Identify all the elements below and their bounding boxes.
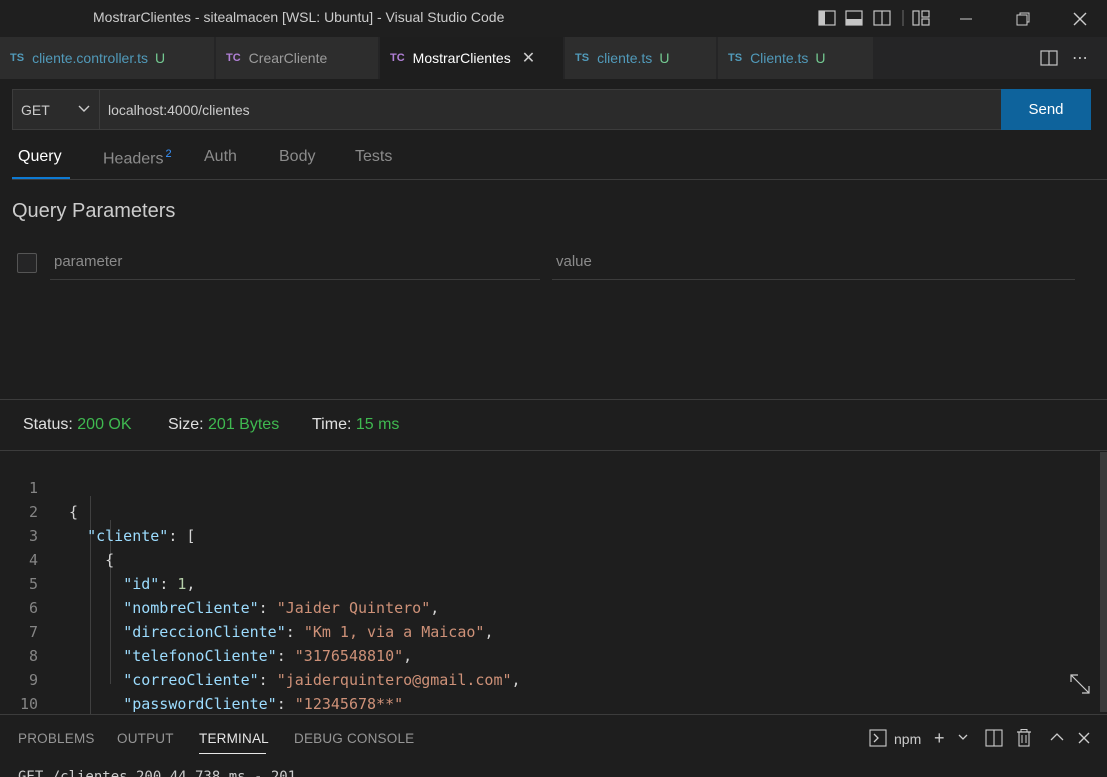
- code-line: 3 {: [0, 500, 1100, 569]
- tab-label: cliente.ts: [597, 50, 653, 66]
- method-select[interactable]: GET: [12, 89, 100, 130]
- expand-icon[interactable]: [1068, 672, 1092, 701]
- code-line: 4 "id": 1,: [0, 524, 1100, 593]
- method-value: GET: [21, 101, 50, 118]
- response-divider[interactable]: [0, 399, 1107, 400]
- customize-layout-icon[interactable]: [911, 8, 931, 28]
- json-key: "passwordCliente": [123, 695, 277, 713]
- chevron-down-icon: [77, 102, 91, 119]
- toggle-panel-icon[interactable]: [844, 8, 864, 28]
- headers-count-badge: 2: [165, 148, 172, 160]
- restore-icon[interactable]: [1000, 0, 1046, 37]
- more-actions-icon[interactable]: ⋯: [1070, 48, 1090, 68]
- thunder-client-icon: TC: [226, 52, 241, 64]
- code-line: 10 }: [0, 668, 1100, 737]
- terminal-name[interactable]: npm: [894, 731, 921, 747]
- active-tab-indicator: [12, 177, 70, 179]
- code-line: 8 "correoCliente": "jaiderquintero@gmail…: [0, 620, 1100, 689]
- typescript-file-icon: TS: [728, 52, 743, 64]
- tab-cliente-controller[interactable]: TS cliente.controller.ts U: [0, 37, 215, 79]
- tab-body[interactable]: Body: [279, 148, 315, 166]
- tab-cliente-ts[interactable]: TS cliente.ts U: [565, 37, 717, 79]
- toggle-primary-sidebar-icon[interactable]: [817, 8, 837, 28]
- untracked-badge: U: [659, 50, 670, 66]
- parameter-enable-checkbox[interactable]: [17, 253, 37, 273]
- typescript-file-icon: TS: [575, 52, 590, 64]
- thunder-client-icon: TC: [390, 52, 405, 64]
- status-info: Status: 200 OK: [23, 416, 132, 434]
- window-title: MostrarClientes - sitealmacen [WSL: Ubun…: [93, 9, 505, 25]
- time-label: Time:: [312, 416, 352, 433]
- editor-tab-bar: TS cliente.controller.ts U TC CrearClien…: [0, 37, 1107, 79]
- active-panel-tab-indicator: [199, 753, 266, 754]
- tab-cliente-model-ts[interactable]: TS Cliente.ts U: [718, 37, 874, 79]
- code-text: "passwordCliente": "12345678**": [123, 695, 404, 713]
- tab-crear-cliente[interactable]: TC CrearCliente: [216, 37, 379, 79]
- terminal-output[interactable]: GET /clientes 200 44.738 ms - 201: [18, 769, 296, 777]
- title-bar: MostrarClientes - sitealmacen [WSL: Ubun…: [0, 0, 1107, 37]
- size-label: Size:: [168, 416, 204, 433]
- tab-debug-console[interactable]: DEBUG CONSOLE: [294, 731, 414, 746]
- bottom-panel: PROBLEMS OUTPUT TERMINAL DEBUG CONSOLE n…: [0, 714, 1107, 777]
- response-scrollbar[interactable]: [1100, 452, 1107, 712]
- tab-label: cliente.controller.ts: [32, 50, 149, 66]
- status-label: Status:: [23, 416, 73, 433]
- size-info: Size: 201 Bytes: [168, 416, 279, 434]
- response-body[interactable]: 1 { 2 "cliente": [ 3 { 4 "id": 1, 5 "nom…: [0, 452, 1107, 737]
- toggle-secondary-sidebar-icon[interactable]: [872, 8, 892, 28]
- close-tab-icon[interactable]: ✕: [522, 48, 535, 68]
- time-info: Time: 15 ms: [312, 416, 399, 434]
- tab-terminal[interactable]: TERMINAL: [199, 731, 269, 746]
- tab-headers[interactable]: Headers 2: [103, 148, 172, 168]
- query-parameters-title: Query Parameters: [12, 200, 176, 222]
- time-value: 15 ms: [355, 416, 400, 433]
- status-value: 200 OK: [77, 416, 132, 433]
- chevron-down-icon[interactable]: [957, 730, 969, 747]
- size-value: 201 Bytes: [208, 416, 280, 433]
- tab-tests[interactable]: Tests: [355, 148, 392, 166]
- json-string: "12345678**": [294, 695, 404, 713]
- parameter-input[interactable]: parameter: [50, 244, 540, 280]
- response-header-divider: [0, 450, 1107, 451]
- tab-output[interactable]: OUTPUT: [117, 731, 174, 746]
- code-line: 1 {: [0, 452, 1100, 521]
- code-line: 6 "direccionCliente": "Km 1, via a Maica…: [0, 572, 1100, 641]
- typescript-file-icon: TS: [10, 52, 25, 64]
- tab-label: CrearCliente: [248, 50, 328, 66]
- close-panel-icon[interactable]: [1078, 731, 1090, 747]
- url-input[interactable]: localhost:4000/clientes: [100, 89, 1002, 130]
- send-button[interactable]: Send: [1001, 89, 1091, 130]
- value-input[interactable]: value: [552, 244, 1075, 280]
- minimize-icon[interactable]: [943, 0, 989, 37]
- code-line: 7 "telefonoCliente": "3176548810",: [0, 596, 1100, 665]
- tab-query[interactable]: Query: [18, 148, 62, 166]
- untracked-badge: U: [815, 50, 826, 66]
- untracked-badge: U: [155, 50, 166, 66]
- titlebar-separator: [902, 8, 904, 28]
- tab-label: MostrarClientes: [412, 50, 511, 66]
- code-line: 9 "passwordCliente": "12345678**": [0, 644, 1100, 713]
- split-editor-icon[interactable]: [1039, 48, 1059, 68]
- maximize-panel-icon[interactable]: [1049, 730, 1065, 747]
- tab-auth[interactable]: Auth: [204, 148, 237, 166]
- line-number: 10: [19, 695, 38, 713]
- close-window-icon[interactable]: [1057, 0, 1103, 37]
- new-terminal-icon[interactable]: +: [934, 728, 945, 749]
- request-tabs: Query Headers 2 Auth Body Tests: [12, 140, 1107, 180]
- code-line: 2 "cliente": [: [0, 476, 1100, 545]
- split-terminal-icon[interactable]: [985, 729, 1003, 750]
- tab-mostrar-clientes[interactable]: TC MostrarClientes ✕: [380, 37, 564, 79]
- terminal-icon: [869, 729, 887, 750]
- code-line: 5 "nombreCliente": "Jaider Quintero",: [0, 548, 1100, 617]
- tab-label: Cliente.ts: [750, 50, 809, 66]
- tab-headers-label: Headers: [103, 150, 164, 168]
- trash-icon[interactable]: [1016, 729, 1032, 750]
- tab-problems[interactable]: PROBLEMS: [18, 731, 95, 746]
